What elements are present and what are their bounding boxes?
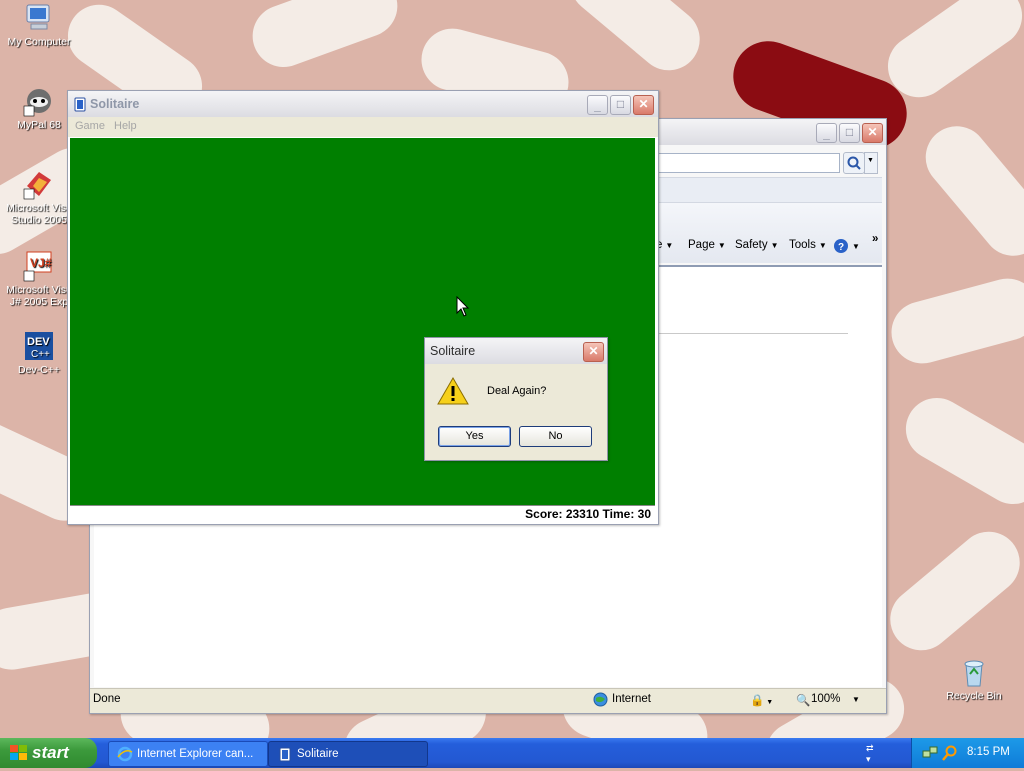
score-bar: Score: 23310 Time: 30	[70, 505, 655, 523]
dialog-close-button[interactable]: ✕	[583, 342, 604, 362]
maximize-icon: □	[845, 125, 854, 139]
chevron-more-icon[interactable]: »	[872, 233, 878, 245]
desktop-icon-label: MyPal 68	[17, 119, 61, 131]
svg-text:DEV: DEV	[27, 336, 50, 348]
ie-search-input[interactable]	[658, 153, 840, 173]
menu-help[interactable]: Help	[114, 120, 137, 132]
ie-maximize-button[interactable]: □	[839, 123, 860, 143]
solitaire-titlebar[interactable]: Solitaire _ □ ✕	[68, 91, 658, 117]
ie-icon	[117, 746, 133, 771]
yes-button-label: Yes	[465, 430, 484, 442]
desktop-icon-mypal[interactable]: MyPal 68	[1, 85, 77, 131]
chevron-down-icon: ▼	[867, 157, 874, 164]
minimize-icon: _	[594, 99, 601, 113]
mouse-cursor-icon	[456, 295, 470, 321]
score-text: Score: 23310 Time: 30	[525, 507, 651, 521]
network-icon[interactable]	[922, 745, 938, 764]
solitaire-app-icon	[279, 747, 291, 771]
desktop-icon-vj[interactable]: VJ# Microsoft Visu J# 2005 Exp	[1, 250, 77, 308]
no-button[interactable]: No	[519, 426, 592, 447]
page-menu-label: Page	[688, 239, 715, 251]
computer-icon	[23, 2, 55, 34]
svg-text:?: ?	[838, 242, 844, 253]
ie-safety-menu[interactable]: Safety ▼	[735, 239, 779, 251]
zoom-dropdown-icon[interactable]: ▼	[852, 695, 860, 704]
ie-page-menu[interactable]: Page ▼	[688, 239, 726, 251]
close-icon: ✕	[638, 97, 649, 111]
desktop-icon-recycle-bin[interactable]: Recycle Bin	[936, 656, 1012, 702]
raccoon-icon	[23, 85, 55, 117]
help-icon: ?	[834, 239, 848, 253]
deal-again-dialog[interactable]: Solitaire ✕ Deal Again? Yes No	[424, 337, 608, 461]
ie-tools-menu[interactable]: Tools ▼	[789, 239, 827, 251]
system-tray: 8:15 PM	[911, 738, 1024, 768]
ie-status-bar: Done Internet 🔒 ▼ 🔍 100% ▼	[90, 688, 886, 713]
vj-icon: VJ#	[23, 250, 55, 282]
solitaire-menubar: Game Help	[68, 117, 658, 137]
search-tray-icon[interactable]	[942, 745, 958, 764]
taskbar-item-ie[interactable]: Internet Explorer can...	[108, 741, 268, 767]
close-icon: ✕	[588, 344, 599, 358]
start-button[interactable]: start	[0, 738, 97, 768]
search-icon	[847, 156, 861, 170]
language-bar-icon[interactable]: ⇄ ▾	[866, 743, 874, 765]
close-icon: ✕	[867, 125, 878, 139]
status-zone: Internet	[612, 693, 651, 705]
solitaire-minimize-button[interactable]: _	[587, 95, 608, 115]
taskbar: start Internet Explorer can... Solitaire…	[0, 738, 1024, 768]
tools-menu-label: Tools	[789, 239, 816, 251]
ie-help-menu[interactable]: ? ▼	[833, 238, 860, 254]
start-label: start	[32, 743, 69, 762]
desktop-icon-visual-studio[interactable]: Microsoft Visu Studio 2005	[1, 168, 77, 226]
svg-text:C++: C++	[31, 349, 50, 360]
content-divider	[654, 333, 848, 334]
devcpp-icon: DEV C++	[23, 330, 55, 362]
taskbar-item-label: Internet Explorer can...	[137, 748, 254, 760]
solitaire-app-icon	[74, 97, 86, 115]
safety-menu-label: Safety	[735, 239, 768, 251]
ie-search-dropdown[interactable]: ▼	[864, 152, 878, 174]
desktop-icon-label: Microsoft Visu Studio 2005	[6, 202, 72, 226]
windows-logo-icon	[10, 745, 28, 766]
taskbar-item-label: Solitaire	[297, 748, 339, 760]
visual-studio-icon	[23, 168, 55, 200]
maximize-icon: □	[616, 97, 625, 111]
yes-button[interactable]: Yes	[438, 426, 511, 447]
solitaire-title: Solitaire	[90, 97, 140, 111]
internet-zone-icon	[593, 692, 608, 710]
desktop-icon-label: My Computer	[7, 36, 71, 48]
minimize-icon: _	[823, 127, 830, 141]
dialog-message: Deal Again?	[487, 385, 547, 397]
solitaire-close-button[interactable]: ✕	[633, 95, 654, 115]
desktop-icon-label: Dev-C++	[17, 364, 60, 376]
zoom-icon[interactable]: 🔍	[796, 693, 810, 707]
svg-text:VJ#: VJ#	[30, 256, 52, 270]
desktop-icon-my-computer[interactable]: My Computer	[1, 2, 77, 48]
ie-minimize-button[interactable]: _	[816, 123, 837, 143]
protected-mode-icon[interactable]: 🔒 ▼	[750, 693, 773, 707]
status-text: Done	[93, 693, 121, 705]
dialog-titlebar[interactable]: Solitaire ✕	[425, 338, 607, 364]
taskbar-item-solitaire[interactable]: Solitaire	[268, 741, 428, 767]
zoom-level[interactable]: 100%	[811, 693, 840, 705]
menu-game[interactable]: Game	[75, 120, 105, 132]
no-button-label: No	[548, 430, 563, 442]
clock[interactable]: 8:15 PM	[967, 746, 1010, 758]
recycle-bin-icon	[958, 656, 990, 688]
dialog-title: Solitaire	[430, 344, 476, 358]
ie-search-button[interactable]	[843, 152, 865, 174]
desktop-icon-label: Recycle Bin	[946, 690, 1002, 702]
desktop-icon-label: Microsoft Visu J# 2005 Exp	[6, 284, 72, 308]
desktop-icon-devcpp[interactable]: DEV C++ Dev-C++	[1, 330, 77, 376]
solitaire-maximize-button[interactable]: □	[610, 95, 631, 115]
ie-close-button[interactable]: ✕	[862, 123, 883, 143]
warning-icon	[437, 376, 469, 409]
